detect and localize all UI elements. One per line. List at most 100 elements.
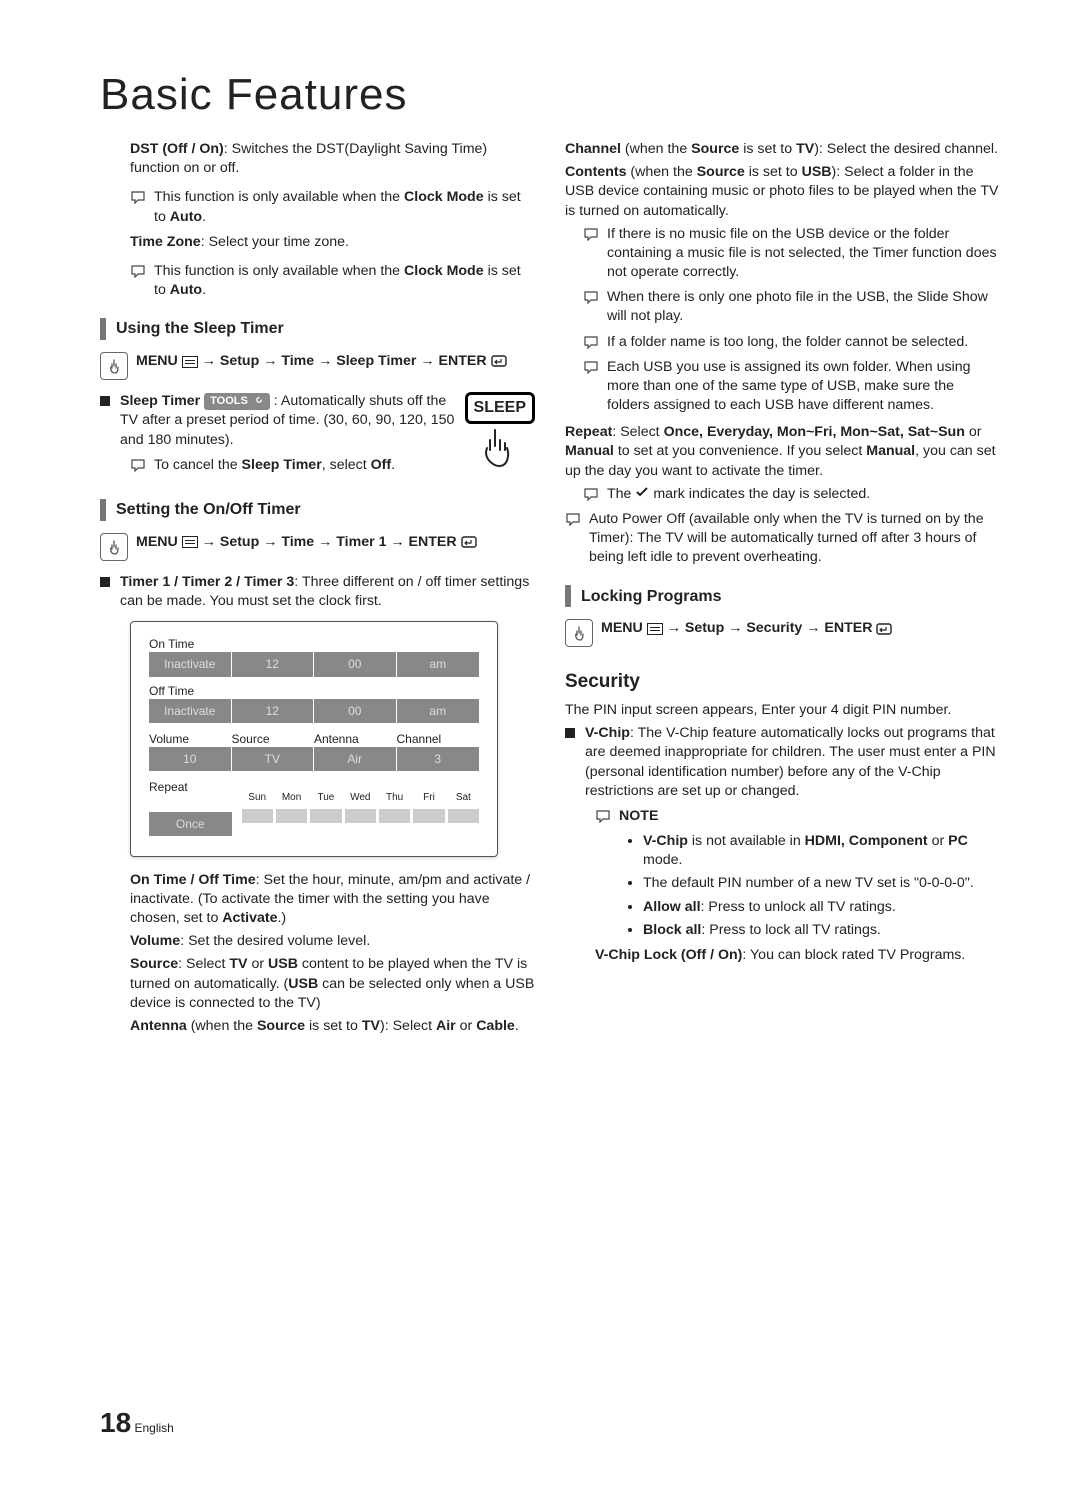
repeat-note: The mark indicates the day is selected. [607,485,870,504]
onoff-menu-path: MENU → Setup → Time → Timer 1 → ENTER [136,533,479,552]
menu-icon [647,623,663,635]
dst-line: DST (Off / On): Switches the DST(Dayligh… [130,140,535,178]
day-label: Sun [242,791,273,805]
repeat-val: Once [149,812,232,836]
remote-hand-icon [100,352,128,380]
section-bar [100,499,106,521]
off-time-label: Off Time [149,683,479,699]
repeat-label: Repeat [149,779,232,795]
day-label: Sat [448,791,479,805]
timezone-note: This function is only available when the… [154,262,535,300]
day-cell [379,809,410,823]
off-time-state: Inactivate [149,699,232,723]
day-label: Wed [345,791,376,805]
timer-panel: On Time Inactivate 12 00 am Off Time Ina… [130,621,498,857]
channel-line: Channel (when the Source is set to TV): … [565,140,1000,159]
antenna-val: Air [314,747,397,771]
antenna-label: Antenna [314,731,397,747]
square-bullet [100,577,110,587]
day-cells [242,809,480,823]
remote-hand-icon [565,619,593,647]
section-bar [565,585,571,607]
contents-line: Contents (when the Source is set to USB)… [565,163,1000,221]
page-footer: 18 English [100,1407,174,1439]
auto-power-off-note: Auto Power Off (available only when the … [589,510,1000,568]
note-icon [583,487,599,501]
menu-icon [182,536,198,548]
note-bullet-4: Block all: Press to lock all TV ratings. [643,921,1000,940]
antenna-desc: Antenna (when the Source is set to TV): … [130,1017,535,1036]
square-bullet [565,728,575,738]
on-time-ampm: am [397,652,480,676]
timezone-line: Time Zone: Select your time zone. [130,233,535,252]
section-heading-sleep: Using the Sleep Timer [116,318,284,340]
note-icon [130,190,146,204]
day-label: Thu [379,791,410,805]
vchip-lock-line: V-Chip Lock (Off / On): You can block ra… [595,946,1000,965]
timer123-desc: Timer 1 / Timer 2 / Timer 3: Three diffe… [120,573,535,611]
section-heading-locking: Locking Programs [581,586,721,608]
locking-menu-path: MENU → Setup → Security → ENTER [601,619,894,638]
sleep-menu-path: MENU → Setup → Time → Sleep Timer → ENTE… [136,352,509,371]
note-bullet-1: V-Chip is not available in HDMI, Compone… [643,832,1000,870]
usb-note-2: When there is only one photo file in the… [607,288,1000,326]
note-bullet-3: Allow all: Press to unlock all TV rating… [643,898,1000,917]
day-cell [413,809,444,823]
day-cell [448,809,479,823]
page-language: English [135,1421,174,1435]
usb-note-3: If a folder name is too long, the folder… [607,333,968,352]
section-bar [100,318,106,340]
sleep-timer-item: Sleep Timer TOOLS : Automatically shuts … [120,392,455,450]
volume-label: Volume [149,731,232,747]
day-cell [345,809,376,823]
day-cell [242,809,273,823]
note-icon [130,458,146,472]
day-cell [310,809,341,823]
enter-icon [876,622,894,636]
note-icon [583,227,599,241]
ontime-offtime-desc: On Time / Off Time: Set the hour, minute… [130,871,535,929]
volume-val: 10 [149,747,232,771]
channel-label: Channel [397,731,480,747]
note-bullet-2: The default PIN number of a new TV set i… [643,874,1000,893]
square-bullet [100,396,110,406]
tools-badge: TOOLS [204,393,270,410]
volume-desc: Volume: Set the desired volume level. [130,932,535,951]
enter-icon [461,535,479,549]
note-icon [583,290,599,304]
day-label: Tue [310,791,341,805]
on-time-min: 00 [314,652,397,676]
note-icon [583,360,599,374]
note-label: NOTE [619,807,658,826]
off-time-min: 00 [314,699,397,723]
sleep-note: To cancel the Sleep Timer, select Off. [154,456,395,475]
usb-note-1: If there is no music file on the USB dev… [607,225,1000,283]
security-intro: The PIN input screen appears, Enter your… [565,701,1000,720]
on-time-hour: 12 [232,652,315,676]
page-number: 18 [100,1407,131,1438]
menu-icon [182,356,198,368]
note-icon [583,335,599,349]
security-heading: Security [565,669,1000,695]
source-desc: Source: Select TV or USB content to be p… [130,955,535,1013]
check-icon [635,485,649,504]
day-label: Mon [276,791,307,805]
day-label: Fri [413,791,444,805]
channel-val: 3 [397,747,480,771]
source-label: Source [232,731,315,747]
usb-note-4: Each USB you use is assigned its own fol… [607,358,1000,416]
section-heading-onoff: Setting the On/Off Timer [116,499,301,521]
note-icon [565,512,581,526]
day-cell [276,809,307,823]
vchip-desc: V-Chip: The V-Chip feature automatically… [585,724,1000,801]
sleep-icon: SLEEP [465,392,535,481]
source-val: TV [232,747,315,771]
note-icon [130,264,146,278]
note-icon [595,809,611,823]
on-time-label: On Time [149,636,479,652]
repeat-line: Repeat: Select Once, Everyday, Mon~Fri, … [565,423,1000,481]
off-time-hour: 12 [232,699,315,723]
page-title: Basic Features [100,70,1000,120]
on-time-state: Inactivate [149,652,232,676]
dst-note: This function is only available when the… [154,188,535,226]
